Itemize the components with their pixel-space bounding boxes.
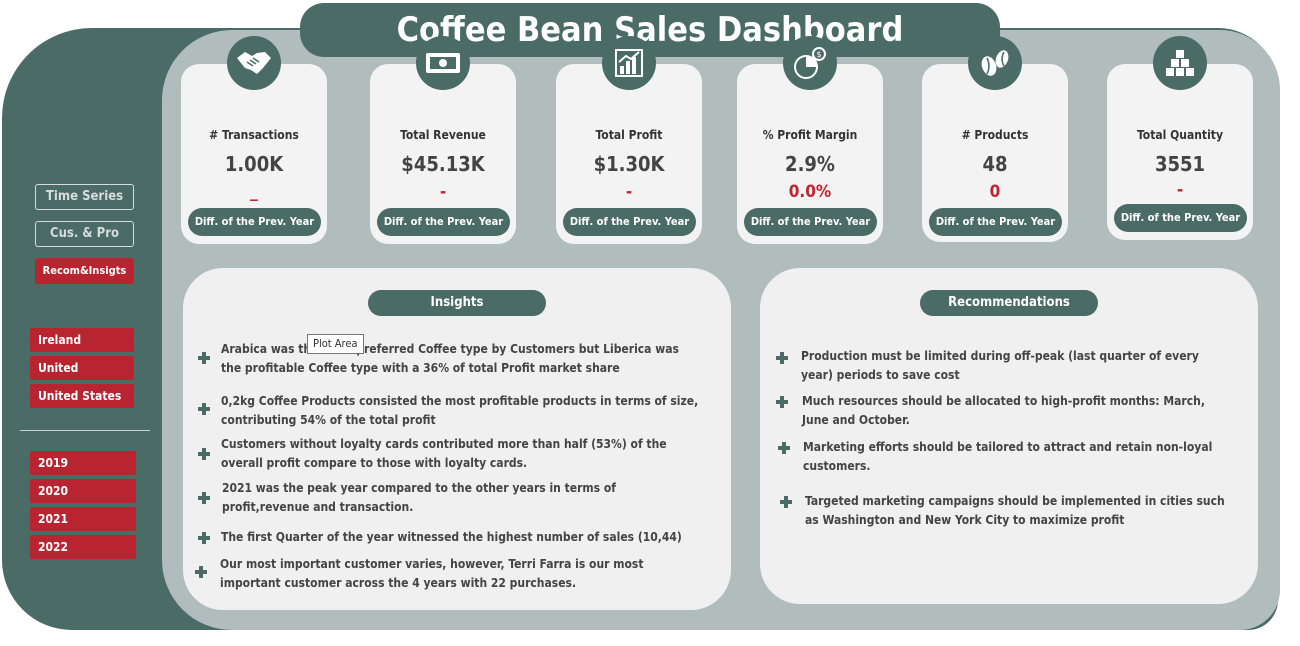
plus-bullet-icon bbox=[780, 496, 792, 508]
recommendation-item: Targeted marketing campaigns should be i… bbox=[805, 494, 1225, 527]
insights-title: Insights bbox=[368, 290, 546, 316]
kpi-diff: 0 bbox=[989, 182, 1001, 202]
kpi-diff: - bbox=[625, 182, 633, 202]
kpi-diff-label: Diff. of the Prev. Year bbox=[929, 208, 1062, 236]
recommendation-item: Production must be limited during off-pe… bbox=[801, 349, 1199, 382]
kpi-card-products: # Products 48 0 Diff. of the Prev. Year bbox=[922, 36, 1068, 242]
insight-item: Customers without loyalty cards contribu… bbox=[221, 437, 667, 470]
kpi-diff-label: Diff. of the Prev. Year bbox=[377, 208, 510, 236]
sidebar-divider bbox=[20, 430, 150, 431]
plus-bullet-icon bbox=[778, 442, 790, 454]
coffee-beans-icon bbox=[968, 36, 1022, 90]
kpi-value: 48 bbox=[982, 152, 1008, 176]
plot-area-tooltip: Plot Area bbox=[307, 334, 364, 354]
insight-item: Arabica was the most preferred Coffee ty… bbox=[221, 342, 679, 375]
handshake-icon bbox=[227, 36, 281, 90]
insights-panel: Insights Arabica was the most preferred … bbox=[183, 268, 731, 610]
insight-item: 0,2kg Coffee Products consisted the most… bbox=[221, 394, 699, 427]
kpi-label: Total Quantity bbox=[1137, 128, 1223, 142]
plus-bullet-icon bbox=[198, 403, 210, 415]
kpi-label: % Profit Margin bbox=[762, 128, 858, 142]
kpi-value: $45.13K bbox=[401, 152, 485, 176]
plus-bullet-icon bbox=[198, 492, 210, 504]
kpi-diff: _ bbox=[250, 182, 258, 202]
year-filter-2019[interactable]: 2019 bbox=[30, 451, 136, 475]
kpi-value: 2.9% bbox=[785, 152, 835, 176]
kpi-value: 3551 bbox=[1154, 152, 1206, 176]
kpi-diff-label: Diff. of the Prev. Year bbox=[188, 208, 321, 236]
money-icon bbox=[416, 36, 470, 90]
recommendations-panel: Recommendations Production must be limit… bbox=[760, 268, 1258, 604]
kpi-diff-label: Diff. of the Prev. Year bbox=[1114, 204, 1247, 232]
plus-bullet-icon bbox=[198, 352, 210, 364]
kpi-value: 1.00K bbox=[224, 152, 284, 176]
kpi-card-transactions: # Transactions 1.00K _ Diff. of the Prev… bbox=[181, 36, 327, 244]
kpi-label: # Transactions bbox=[209, 128, 299, 142]
kpi-card-profit: Total Profit $1.30K - Diff. of the Prev.… bbox=[556, 36, 702, 244]
insight-item: Our most important customer varies, howe… bbox=[220, 557, 644, 590]
plus-bullet-icon bbox=[776, 396, 788, 408]
plus-bullet-icon bbox=[198, 448, 210, 460]
kpi-label: Total Profit bbox=[595, 128, 663, 142]
bar-chart-icon bbox=[602, 36, 656, 90]
kpi-diff-label: Diff. of the Prev. Year bbox=[563, 208, 696, 236]
year-filter-2021[interactable]: 2021 bbox=[30, 507, 136, 531]
plus-bullet-icon bbox=[195, 566, 207, 578]
recommendation-item: Much resources should be allocated to hi… bbox=[802, 394, 1205, 427]
country-filter-united-kingdom[interactable]: United Kingdom bbox=[30, 356, 134, 399]
year-filter-2022[interactable]: 2022 bbox=[30, 535, 136, 559]
country-filter-united-states[interactable]: United States bbox=[30, 384, 134, 408]
nav-button-recom-insights[interactable]: Recom&Insigts bbox=[35, 258, 134, 284]
kpi-diff: 0.0% bbox=[788, 182, 832, 202]
kpi-diff: - bbox=[1176, 180, 1184, 200]
boxes-icon bbox=[1153, 36, 1207, 90]
kpi-card-profit-margin: $ % Profit Margin 2.9% 0.0% Diff. of the… bbox=[737, 36, 883, 244]
kpi-card-revenue: Total Revenue $45.13K - Diff. of the Pre… bbox=[370, 36, 516, 244]
svg-text:$: $ bbox=[817, 50, 822, 59]
country-filter-ireland[interactable]: Ireland bbox=[30, 328, 134, 352]
kpi-diff-label: Diff. of the Prev. Year bbox=[744, 208, 877, 236]
recommendation-item: Marketing efforts should be tailored to … bbox=[803, 440, 1213, 473]
kpi-card-quantity: Total Quantity 3551 - Diff. of the Prev.… bbox=[1107, 36, 1253, 240]
kpi-label: Total Revenue bbox=[400, 128, 486, 142]
insight-item: The first Quarter of the year witnessed … bbox=[221, 530, 682, 544]
kpi-diff: - bbox=[439, 182, 447, 202]
kpi-label: # Products bbox=[961, 128, 1029, 142]
insight-item: 2021 was the peak year compared to the o… bbox=[222, 481, 616, 514]
recommendations-title: Recommendations bbox=[920, 290, 1098, 316]
nav-button-time-series[interactable]: Time Series bbox=[35, 184, 134, 210]
kpi-value: $1.30K bbox=[593, 152, 665, 176]
profit-margin-icon: $ bbox=[783, 36, 837, 90]
nav-button-customers-products[interactable]: Cus. & Pro bbox=[35, 221, 134, 247]
plus-bullet-icon bbox=[198, 532, 210, 544]
year-filter-2020[interactable]: 2020 bbox=[30, 479, 136, 503]
plus-bullet-icon bbox=[776, 352, 788, 364]
